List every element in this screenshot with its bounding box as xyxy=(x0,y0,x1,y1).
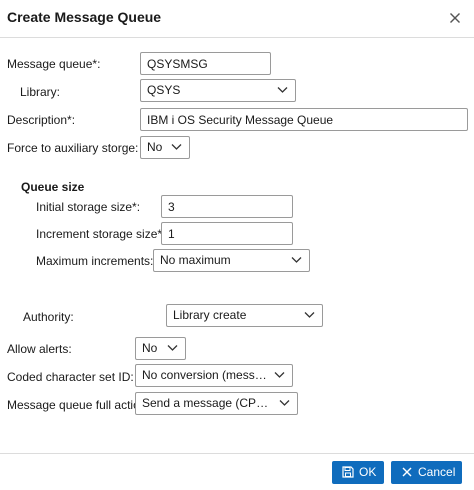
increment-storage-size-label: Increment storage size*: xyxy=(36,227,166,241)
message-queue-input[interactable] xyxy=(140,52,271,75)
allow-alerts-value: No xyxy=(142,341,158,355)
allow-alerts-select[interactable]: No xyxy=(135,337,186,360)
authority-label: Authority: xyxy=(23,310,74,324)
allow-alerts-label: Allow alerts: xyxy=(7,342,72,356)
authority-select[interactable]: Library create xyxy=(166,304,323,327)
library-label: Library: xyxy=(20,85,61,99)
full-action-value: Send a message (CPF2460) xyxy=(142,396,273,410)
ok-button[interactable]: OK xyxy=(332,461,384,484)
chevron-down-icon xyxy=(171,144,182,150)
authority-value: Library create xyxy=(173,308,247,322)
cancel-button-label: Cancel xyxy=(418,465,456,479)
ccsid-label: Coded character set ID: xyxy=(7,370,134,384)
create-message-queue-dialog: Create Message Queue Message queue*: Lib… xyxy=(0,0,474,490)
maximum-increments-select[interactable]: No maximum xyxy=(153,249,310,272)
full-action-label: Message queue full action: xyxy=(7,398,150,412)
chevron-down-icon xyxy=(291,257,302,263)
chevron-down-icon xyxy=(274,372,285,378)
queue-size-heading: Queue size xyxy=(21,180,85,194)
force-aux-storage-label: Force to auxiliary storge: xyxy=(7,141,139,155)
initial-storage-size-label: Initial storage size*: xyxy=(36,200,141,214)
maximum-increments-label: Maximum increments: xyxy=(36,254,154,268)
ccsid-value: No conversion (messag ... xyxy=(142,368,268,382)
increment-storage-size-input[interactable] xyxy=(161,222,293,245)
library-select-value: QSYS xyxy=(147,83,181,97)
cancel-button[interactable]: Cancel xyxy=(391,461,462,484)
message-queue-label: Message queue*: xyxy=(7,57,101,71)
force-aux-storage-value: No xyxy=(147,140,163,154)
close-button[interactable] xyxy=(446,9,464,27)
full-action-select[interactable]: Send a message (CPF2460) xyxy=(135,392,298,415)
chevron-down-icon xyxy=(167,345,178,351)
dialog-title: Create Message Queue xyxy=(7,9,162,25)
ccsid-select[interactable]: No conversion (messag ... xyxy=(135,364,293,387)
initial-storage-size-input[interactable] xyxy=(161,195,293,218)
x-icon xyxy=(402,467,412,477)
chevron-down-icon xyxy=(277,87,288,93)
dialog-titlebar: Create Message Queue xyxy=(0,0,474,38)
library-select[interactable]: QSYS xyxy=(140,79,296,102)
description-label: Description*: xyxy=(7,113,76,127)
close-icon xyxy=(450,13,460,23)
ok-button-label: OK xyxy=(359,465,377,479)
chevron-down-icon xyxy=(279,400,290,406)
force-aux-storage-select[interactable]: No xyxy=(140,136,190,159)
description-input[interactable] xyxy=(140,108,468,131)
maximum-increments-value: No maximum xyxy=(160,253,231,267)
save-icon xyxy=(342,466,354,478)
chevron-down-icon xyxy=(304,312,315,318)
